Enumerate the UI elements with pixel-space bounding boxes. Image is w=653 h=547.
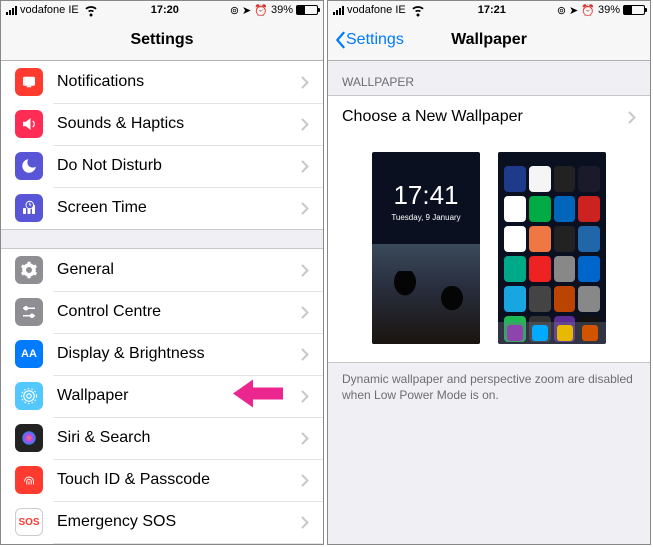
- chevron-right-icon: [301, 160, 309, 173]
- chevron-right-icon: [301, 76, 309, 89]
- chevron-right-icon: [628, 111, 636, 124]
- settings-row-control[interactable]: Control Centre: [1, 291, 323, 333]
- notifications-icon: [15, 68, 43, 96]
- settings-row-notifications[interactable]: Notifications: [1, 61, 323, 103]
- row-label: Siri & Search: [57, 429, 301, 447]
- row-label: Notifications: [57, 73, 301, 91]
- settings-list[interactable]: Notifications Sounds & Haptics Do Not Dist…: [1, 61, 323, 544]
- row-label: Control Centre: [57, 303, 301, 321]
- clock: 17:21: [478, 4, 506, 16]
- lock-screen-preview[interactable]: 17:41 Tuesday, 9 January: [372, 152, 480, 344]
- touchid-icon: [15, 466, 43, 494]
- back-label: Settings: [346, 31, 404, 49]
- settings-row-touchid[interactable]: Touch ID & Passcode: [1, 459, 323, 501]
- chevron-right-icon: [301, 306, 309, 319]
- alarm-icon: ⏰: [581, 4, 595, 17]
- wallpaper-screen: vodafone IE 17:21 ⊚ ➤ ⏰ 39% Settings Wal…: [327, 0, 651, 545]
- wifi-icon: [409, 0, 427, 21]
- nav-bar: Settings Wallpaper: [328, 19, 650, 61]
- page-title: Settings: [130, 31, 193, 49]
- carrier-label: vodafone IE: [20, 4, 79, 16]
- chevron-right-icon: [301, 202, 309, 215]
- dnd-icon: [15, 152, 43, 180]
- control-icon: [15, 298, 43, 326]
- rotation-lock-icon: ⊚: [230, 4, 239, 17]
- settings-row-display[interactable]: AA Display & Brightness: [1, 333, 323, 375]
- row-label: General: [57, 261, 301, 279]
- row-label: Touch ID & Passcode: [57, 471, 301, 489]
- chevron-right-icon: [301, 348, 309, 361]
- carrier-label: vodafone IE: [347, 4, 406, 16]
- settings-row-sounds[interactable]: Sounds & Haptics: [1, 103, 323, 145]
- chevron-right-icon: [301, 432, 309, 445]
- chevron-right-icon: [301, 474, 309, 487]
- nav-bar: Settings: [1, 19, 323, 61]
- siri-icon: [15, 424, 43, 452]
- settings-row-wallpaper[interactable]: Wallpaper: [1, 375, 323, 417]
- back-button[interactable]: Settings: [334, 31, 404, 49]
- section-header: WALLPAPER: [328, 61, 650, 95]
- settings-row-dnd[interactable]: Do Not Disturb: [1, 145, 323, 187]
- row-label: Screen Time: [57, 199, 301, 217]
- choose-wallpaper-label: Choose a New Wallpaper: [342, 108, 628, 126]
- screentime-icon: [15, 194, 43, 222]
- battery-icon: [623, 5, 645, 15]
- display-icon: AA: [15, 340, 43, 368]
- settings-row-sos[interactable]: SOS Emergency SOS: [1, 501, 323, 543]
- location-icon: ➤: [569, 4, 578, 17]
- choose-wallpaper-row[interactable]: Choose a New Wallpaper: [328, 96, 650, 138]
- general-icon: [15, 256, 43, 284]
- settings-row-general[interactable]: General: [1, 249, 323, 291]
- clock: 17:20: [151, 4, 179, 16]
- chevron-right-icon: [301, 390, 309, 403]
- sounds-icon: [15, 110, 43, 138]
- row-label: Emergency SOS: [57, 513, 301, 531]
- status-bar: vodafone IE 17:20 ⊚ ➤ ⏰ 39%: [1, 1, 323, 19]
- settings-screen: vodafone IE 17:20 ⊚ ➤ ⏰ 39% Settings Not…: [0, 0, 324, 545]
- row-label: Wallpaper: [57, 387, 301, 405]
- settings-row-battery[interactable]: Battery: [1, 543, 323, 544]
- sos-icon: SOS: [15, 508, 43, 536]
- section-footer: Dynamic wallpaper and perspective zoom a…: [328, 363, 650, 411]
- home-screen-preview[interactable]: [498, 152, 606, 344]
- battery-pct: 39%: [598, 4, 620, 16]
- alarm-icon: ⏰: [254, 4, 268, 17]
- chevron-right-icon: [301, 118, 309, 131]
- lock-preview-time: 17:41: [372, 180, 480, 211]
- signal-icon: [333, 6, 344, 15]
- location-icon: ➤: [242, 4, 251, 17]
- chevron-right-icon: [301, 264, 309, 277]
- row-label: Do Not Disturb: [57, 157, 301, 175]
- signal-icon: [6, 6, 17, 15]
- rotation-lock-icon: ⊚: [557, 4, 566, 17]
- chevron-right-icon: [301, 516, 309, 529]
- wallpaper-content[interactable]: WALLPAPER Choose a New Wallpaper 17:41 T…: [328, 61, 650, 544]
- lock-preview-date: Tuesday, 9 January: [372, 213, 480, 222]
- settings-row-siri[interactable]: Siri & Search: [1, 417, 323, 459]
- row-label: Sounds & Haptics: [57, 115, 301, 133]
- wifi-icon: [82, 0, 100, 21]
- settings-row-screentime[interactable]: Screen Time: [1, 187, 323, 229]
- battery-icon: [296, 5, 318, 15]
- wallpaper-previews[interactable]: 17:41 Tuesday, 9 January: [328, 138, 650, 363]
- wallpaper-icon: [15, 382, 43, 410]
- status-bar: vodafone IE 17:21 ⊚ ➤ ⏰ 39%: [328, 1, 650, 19]
- battery-pct: 39%: [271, 4, 293, 16]
- row-label: Display & Brightness: [57, 345, 301, 363]
- page-title: Wallpaper: [451, 31, 527, 49]
